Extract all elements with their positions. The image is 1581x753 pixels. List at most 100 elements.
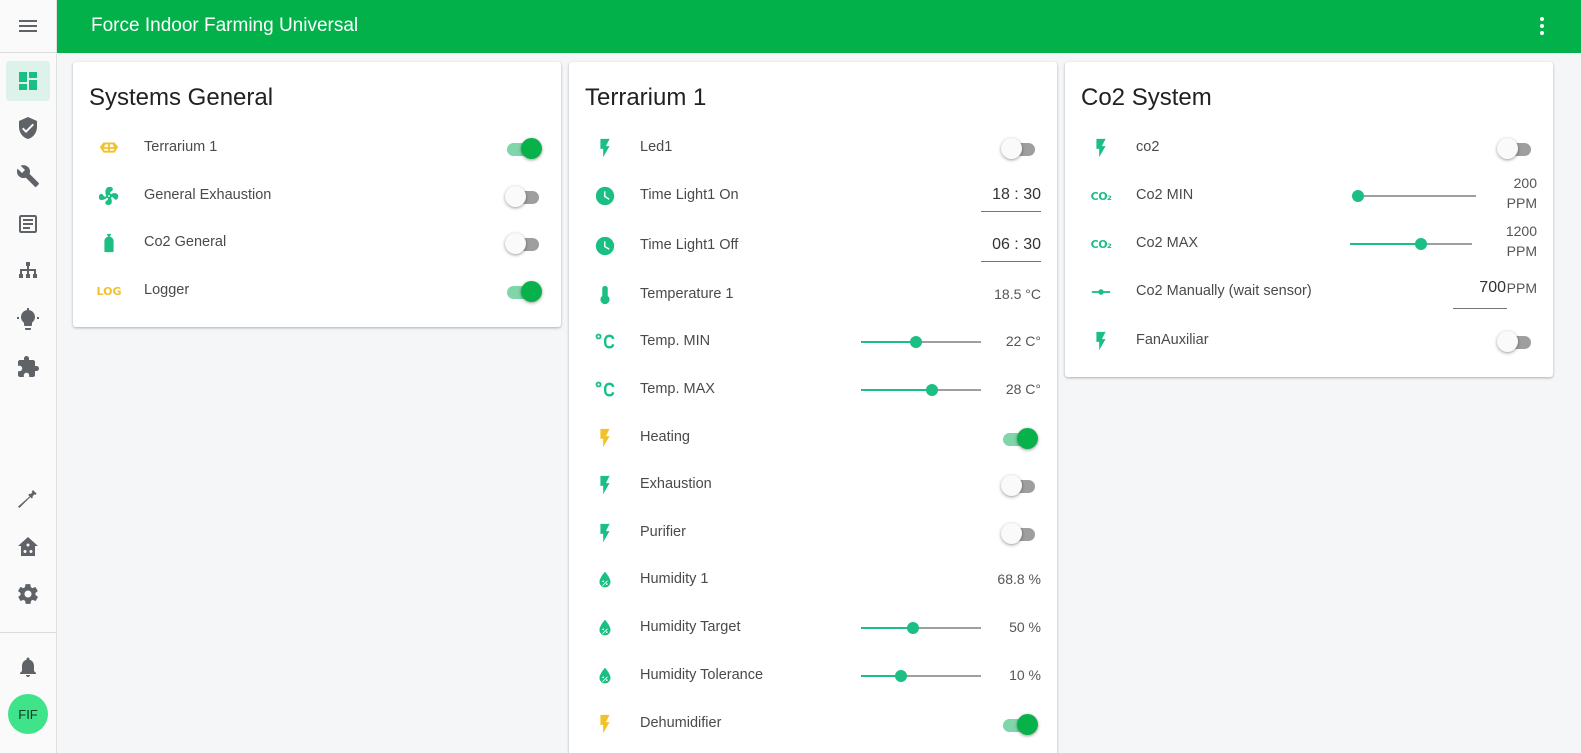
flash-icon[interactable]	[593, 521, 617, 545]
row-label: Temperature 1	[640, 286, 734, 302]
water-percent-icon[interactable]	[593, 664, 617, 688]
settings-icon[interactable]	[6, 574, 50, 614]
row-label: Heating	[640, 429, 690, 445]
toggle-switch[interactable]	[1497, 330, 1533, 352]
row-time-light-off: Time Light1 Off 06 : 30	[569, 222, 1057, 270]
slider[interactable]	[861, 384, 981, 396]
slider-thumb[interactable]	[1352, 190, 1364, 202]
flash-icon[interactable]	[593, 136, 617, 160]
co2-icon[interactable]: CO₂	[1089, 184, 1113, 208]
row-co2: co2	[1065, 124, 1553, 172]
slider[interactable]	[1350, 238, 1472, 250]
row-fan-auxiliar: FanAuxiliar	[1065, 317, 1553, 365]
celsius-icon[interactable]	[593, 378, 617, 402]
fan-icon[interactable]	[97, 184, 121, 208]
clock-icon[interactable]	[593, 234, 617, 258]
slider[interactable]	[861, 670, 981, 682]
slider-thumb[interactable]	[1414, 238, 1427, 250]
hierarchy-icon[interactable]	[6, 252, 50, 292]
co2-icon[interactable]: CO₂	[1089, 232, 1113, 256]
avatar[interactable]: FIF	[8, 694, 48, 734]
row-label: Co2 General	[144, 234, 227, 250]
row-label: Humidity 1	[640, 571, 709, 587]
toggle-switch[interactable]	[1497, 137, 1533, 159]
sidebar: FIF	[0, 0, 57, 753]
row-label: Terrarium 1	[144, 139, 218, 155]
card-title: Terrarium 1	[585, 84, 707, 111]
toggle-switch[interactable]	[505, 232, 541, 254]
slider-thumb[interactable]	[925, 384, 938, 396]
slider-fill	[861, 389, 932, 391]
home-assistant-icon[interactable]	[6, 527, 50, 567]
toggle-switch[interactable]	[1001, 474, 1037, 496]
ppm-number: 1200	[1505, 223, 1537, 239]
row-general-exhaustion: General Exhaustion	[73, 172, 561, 220]
log-icon[interactable]: LOG	[97, 279, 122, 303]
row-dehumidifier: Dehumidifier	[569, 700, 1057, 748]
row-label: Logger	[144, 282, 190, 298]
row-co2-manually: Co2 Manually (wait sensor) 700 PPM	[1065, 268, 1553, 316]
thermometer-icon[interactable]	[593, 283, 617, 307]
row-co2-general: Co2 General	[73, 219, 561, 267]
flash-icon[interactable]	[1089, 136, 1113, 160]
more-vert-icon[interactable]	[1530, 14, 1554, 38]
puzzle-icon[interactable]	[6, 347, 50, 387]
row-label: Temp. MAX	[640, 381, 715, 397]
row-label: Co2 MAX	[1136, 235, 1199, 251]
row-label: Time Light1 Off	[640, 237, 739, 253]
bell-icon[interactable]	[6, 647, 50, 687]
shield-check-icon[interactable]	[6, 108, 50, 148]
row-label: Temp. MIN	[640, 333, 711, 349]
slider-fill	[1350, 243, 1421, 245]
row-label: Co2 MIN	[1136, 187, 1194, 203]
row-heating: Heating	[569, 414, 1057, 462]
time-input[interactable]: 06 : 30	[981, 230, 1041, 262]
app-toolbar: Force Indoor Farming Universal	[57, 0, 1581, 53]
water-percent-icon[interactable]	[593, 616, 617, 640]
toggle-switch[interactable]	[505, 280, 542, 302]
slider[interactable]	[861, 336, 981, 348]
wrench-icon[interactable]	[6, 156, 50, 196]
row-label: Purifier	[640, 524, 686, 540]
row-temperature-1: Temperature 1 18.5 °C	[569, 271, 1057, 319]
slider[interactable]	[1352, 190, 1476, 202]
flash-icon[interactable]	[593, 712, 617, 736]
toggle-switch[interactable]	[1001, 713, 1038, 735]
ppm-unit: PPM	[1506, 243, 1537, 259]
slider[interactable]	[861, 622, 981, 634]
toggle-switch[interactable]	[1001, 427, 1038, 449]
flash-icon[interactable]	[593, 473, 617, 497]
row-purifier: Purifier	[569, 509, 1057, 557]
water-percent-icon[interactable]	[593, 568, 617, 592]
commit-icon[interactable]	[1089, 280, 1113, 304]
row-label: Co2 Manually (wait sensor)	[1136, 283, 1312, 299]
row-label: co2	[1136, 139, 1160, 155]
terrarium-icon[interactable]	[97, 136, 121, 160]
slider-thumb[interactable]	[910, 336, 923, 348]
hammer-icon[interactable]	[6, 479, 50, 519]
row-label: General Exhaustion	[144, 187, 272, 203]
slider-thumb[interactable]	[906, 622, 919, 634]
slider-value: 10 %	[1009, 667, 1041, 683]
toggle-switch[interactable]	[505, 185, 541, 207]
celsius-icon[interactable]	[593, 330, 617, 354]
menu-icon[interactable]	[6, 6, 50, 46]
toggle-switch[interactable]	[1001, 522, 1037, 544]
row-humidity-target: Humidity Target 50 %	[569, 604, 1057, 652]
row-label: Humidity Target	[640, 619, 741, 635]
flash-icon[interactable]	[593, 426, 617, 450]
toggle-switch[interactable]	[505, 137, 542, 159]
sensor-value: 18.5 °C	[994, 286, 1041, 302]
slider-value: 1200 PPM	[1506, 221, 1537, 261]
lightbulb-icon[interactable]	[6, 300, 50, 340]
toggle-switch[interactable]	[1001, 137, 1037, 159]
row-terrarium-1: Terrarium 1	[73, 124, 561, 172]
flash-icon[interactable]	[1089, 329, 1113, 353]
dashboard-icon[interactable]	[6, 61, 50, 101]
time-input[interactable]: 18 : 30	[981, 180, 1041, 212]
logbook-icon[interactable]	[6, 204, 50, 244]
slider-thumb[interactable]	[894, 670, 907, 682]
gas-cylinder-icon[interactable]	[97, 231, 121, 255]
clock-icon[interactable]	[593, 184, 617, 208]
ppm-input[interactable]: 700	[1453, 279, 1507, 309]
